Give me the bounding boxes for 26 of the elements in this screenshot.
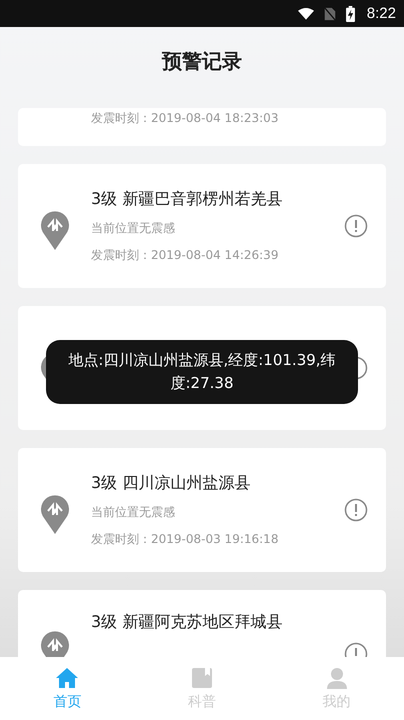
record-card[interactable]: 3级 四川凉山州盐源县 当前位置无震感 发震时刻：2019-08-03 19:16:18 (18, 448, 386, 572)
record-title: 3级 新疆巴音郭楞州若羌县 (91, 188, 284, 210)
no-sim-icon (322, 6, 338, 20)
wifi-icon (298, 6, 314, 20)
record-time: 发震时刻：2019-08-03 19:16:18 (91, 530, 280, 548)
battery-charging-icon (346, 6, 355, 22)
record-title: 3级 新疆阿克苏地区拜城县 (91, 612, 284, 633)
home-icon (55, 666, 80, 690)
record-time: 发震时刻：2019-08-04 18:23:03 (91, 110, 280, 127)
map-pin-icon (40, 210, 70, 250)
record-title: 3级 四川凉山州盐源县 (91, 472, 252, 494)
map-pin-icon (40, 494, 70, 534)
toast: 地点:四川凉山州盐源县,经度:101.39,纬度:27.38 (46, 340, 358, 404)
record-card[interactable]: 3级 新疆阿克苏地区拜城县 (18, 590, 386, 657)
info-icon[interactable] (344, 214, 368, 238)
book-icon (190, 666, 214, 690)
info-icon[interactable] (344, 498, 368, 522)
record-card[interactable]: 发震时刻：2019-08-04 18:23:03 (18, 108, 386, 146)
record-subtitle: 当前位置无震感 (91, 504, 176, 520)
status-time: 8:22 (366, 5, 396, 22)
person-icon (324, 666, 349, 690)
record-card[interactable]: 3级 新疆巴音郭楞州若羌县 当前位置无震感 发震时刻：2019-08-04 14:26:39 (18, 164, 386, 288)
page-title: 预警记录 (162, 48, 242, 75)
record-subtitle: 当前位置无震感 (91, 220, 176, 236)
tab[interactable]: 首页 (0, 657, 135, 720)
record-time: 发震时刻：2019-08-04 14:26:39 (91, 246, 280, 264)
